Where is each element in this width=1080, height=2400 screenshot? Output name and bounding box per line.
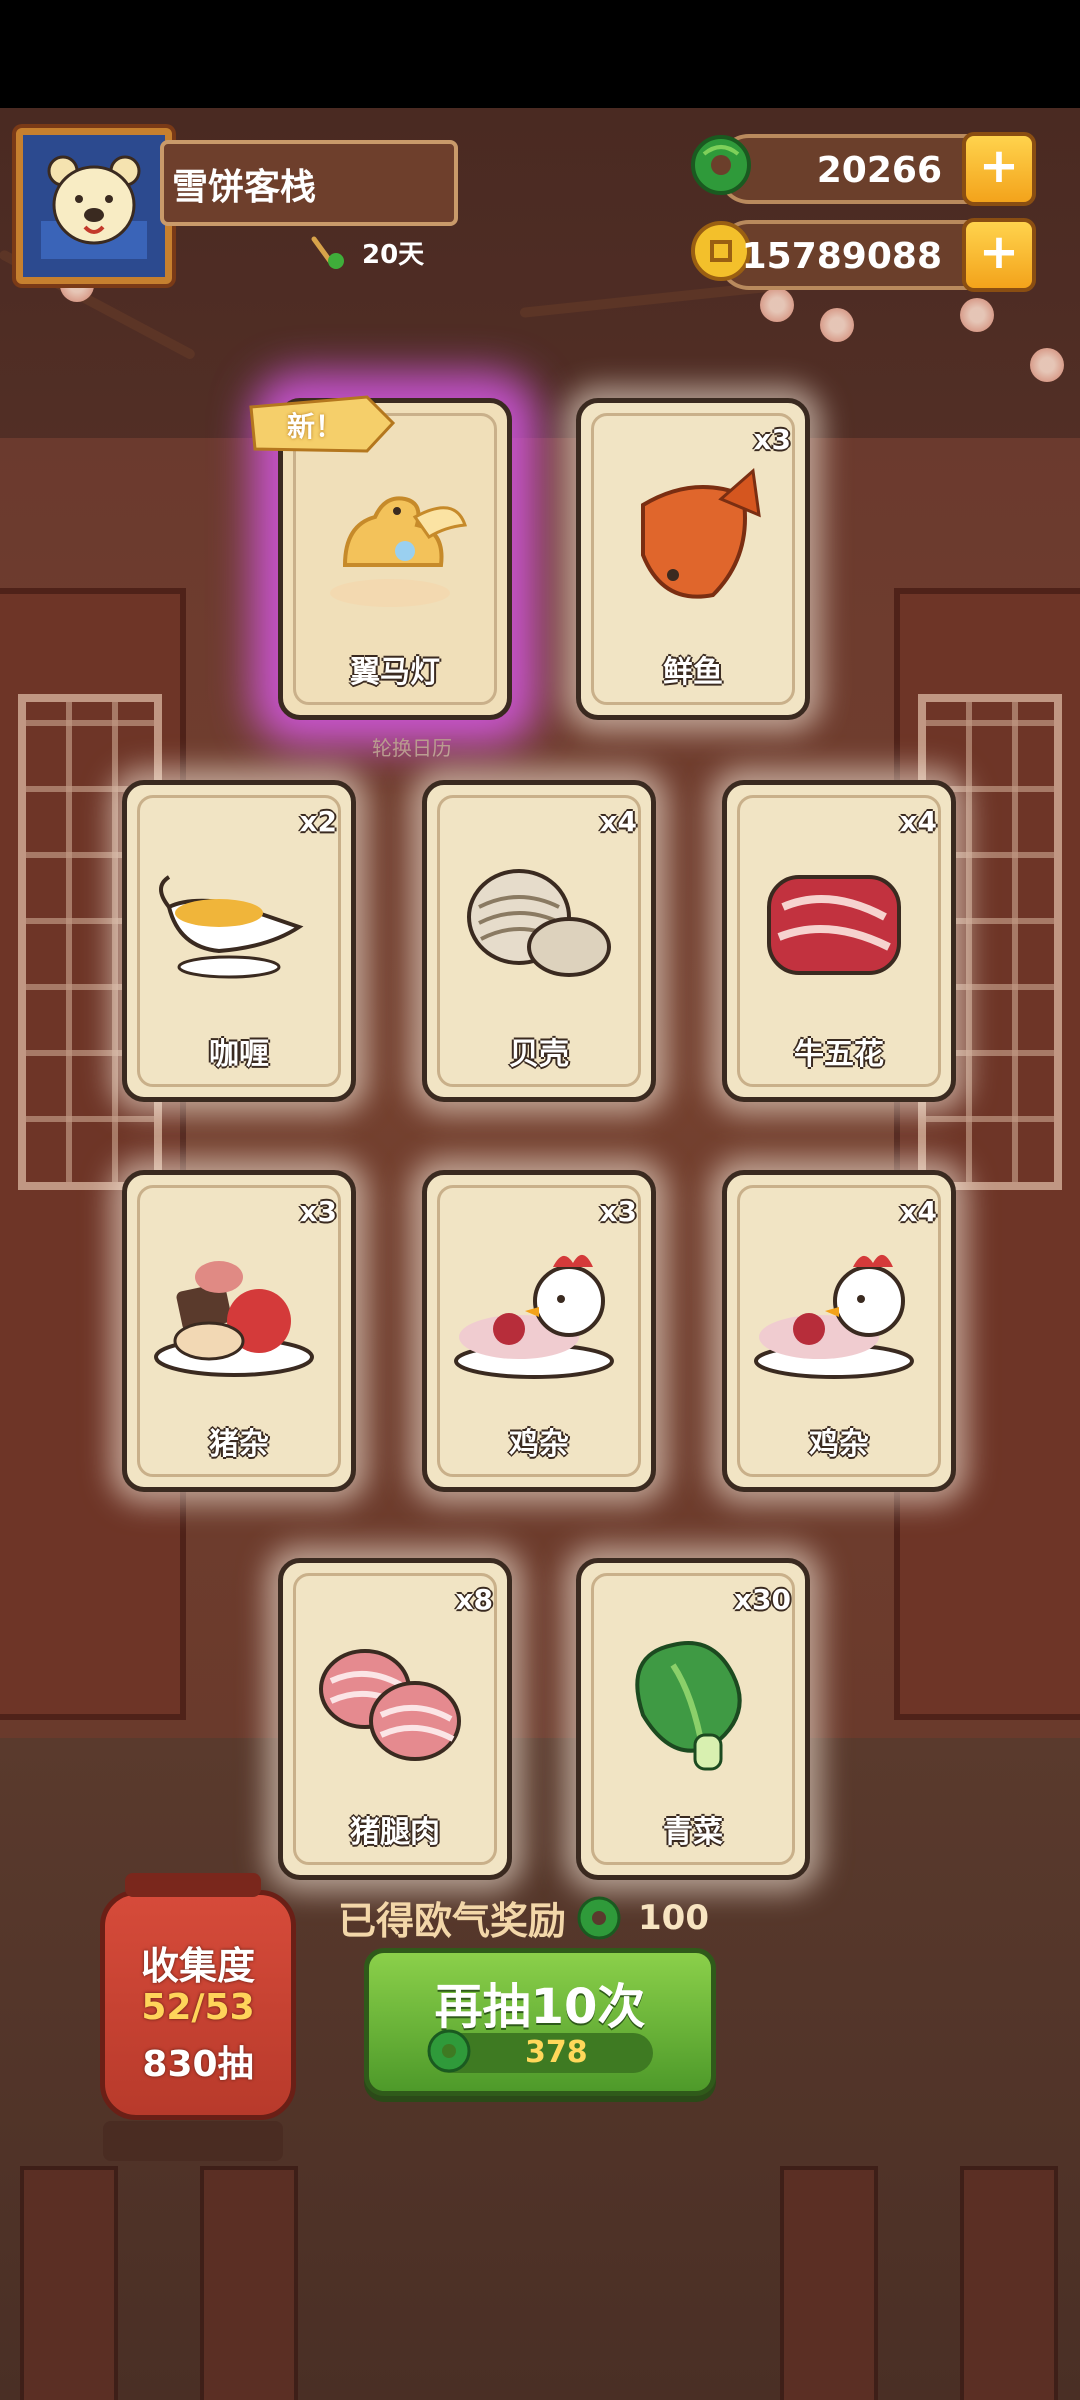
fish-icon — [641, 468, 761, 599]
add-coins-button[interactable]: + — [962, 218, 1036, 292]
card-pork-leg[interactable]: x8 猪腿肉 — [278, 1558, 512, 1880]
pork-offal-icon — [154, 1261, 314, 1377]
card-quantity: x2 — [299, 805, 337, 838]
card-quantity: x3 — [299, 1195, 337, 1228]
card-quantity: x8 — [455, 1583, 493, 1616]
card-quantity: x30 — [733, 1583, 791, 1616]
total-draws: 830抽 — [142, 2044, 254, 2085]
card-quantity: x4 — [899, 805, 937, 838]
chicken-offal-icon — [754, 1254, 914, 1379]
coin-value: 15789088 — [741, 236, 942, 277]
player-avatar[interactable] — [16, 128, 172, 284]
bear-avatar-icon — [41, 155, 147, 259]
card-name: 翼马灯 — [350, 655, 440, 690]
add-jade-button[interactable]: + — [962, 132, 1036, 206]
card-curry[interactable]: x2 咖喱 — [122, 780, 356, 1102]
card-name: 咖喱 — [209, 1037, 269, 1072]
days-value: 20天 — [362, 240, 425, 270]
jade-coin-icon — [577, 1896, 621, 1939]
card-winged-horse-lamp[interactable]: 新！ 翼马灯 — [249, 395, 512, 720]
right-door — [894, 588, 1080, 1720]
coin-currency: 15789088 + — [691, 218, 1036, 292]
left-door — [0, 588, 186, 1720]
player-name-plate[interactable]: 雪饼客栈 — [160, 140, 458, 226]
card-name: 猪腿肉 — [350, 1815, 440, 1850]
player-name: 雪饼客栈 — [172, 167, 317, 208]
card-name: 猪杂 — [209, 1427, 269, 1462]
day-counter: 20天 — [310, 234, 424, 271]
card-name: 鸡杂 — [509, 1427, 569, 1462]
jade-currency: 20266 + — [691, 132, 1036, 206]
card-chicken-offal-1[interactable]: x3 鸡杂 — [422, 1170, 656, 1492]
card-greens[interactable]: x30 青菜 — [576, 1558, 810, 1880]
card-quantity: x3 — [599, 1195, 637, 1228]
collection-title: 收集度 — [140, 1944, 255, 1988]
branch-icon — [311, 236, 344, 269]
curry-icon — [159, 875, 304, 979]
card-beef-brisket[interactable]: x4 牛五花 — [722, 780, 956, 1102]
card-name: 牛五花 — [794, 1037, 884, 1072]
collection-progress: 52/53 — [141, 1987, 255, 2028]
shell-icon — [467, 869, 611, 977]
jade-coin-icon — [427, 2029, 471, 2073]
card-quantity: x4 — [599, 805, 637, 838]
draw-again-button[interactable]: 再抽10次 378 — [364, 1948, 716, 2096]
jade-value: 20266 — [816, 150, 942, 191]
card-name: 鸡杂 — [809, 1427, 869, 1462]
card-name: 青菜 — [663, 1815, 723, 1850]
rotation-calendar-caption: 轮换日历 — [372, 736, 452, 760]
card-fresh-fish[interactable]: x3 鲜鱼 — [576, 398, 810, 720]
draw-cost-value: 378 — [525, 2035, 588, 2070]
pork-leg-icon — [319, 1649, 461, 1761]
collection-lantern[interactable]: 收集度 52/53 830抽 — [100, 1873, 296, 2161]
jade-coin-icon — [691, 135, 751, 195]
card-name: 鲜鱼 — [663, 655, 723, 690]
card-pork-offal[interactable]: x3 猪杂 — [122, 1170, 356, 1492]
card-chicken-offal-2[interactable]: x4 鸡杂 — [722, 1170, 956, 1492]
beef-icon — [767, 875, 901, 975]
new-label: 新！ — [287, 410, 344, 443]
bok-choy-icon — [635, 1641, 742, 1771]
card-shellfish[interactable]: x4 贝壳 — [422, 780, 656, 1102]
winged-horse-lamp-icon — [330, 496, 468, 607]
luck-reward-amount: 100 — [638, 1897, 709, 1938]
card-quantity: x3 — [753, 423, 791, 456]
card-quantity: x4 — [899, 1195, 937, 1228]
chicken-offal-icon — [454, 1254, 614, 1379]
luck-reward: 已得欧气奖励 100 — [338, 1890, 709, 1945]
draw-again-label: 再抽10次 — [434, 1979, 646, 2035]
draw-cost: 378 — [427, 2029, 653, 2073]
luck-reward-label: 已得欧气奖励 — [338, 1899, 567, 1943]
card-name: 贝壳 — [509, 1037, 569, 1072]
